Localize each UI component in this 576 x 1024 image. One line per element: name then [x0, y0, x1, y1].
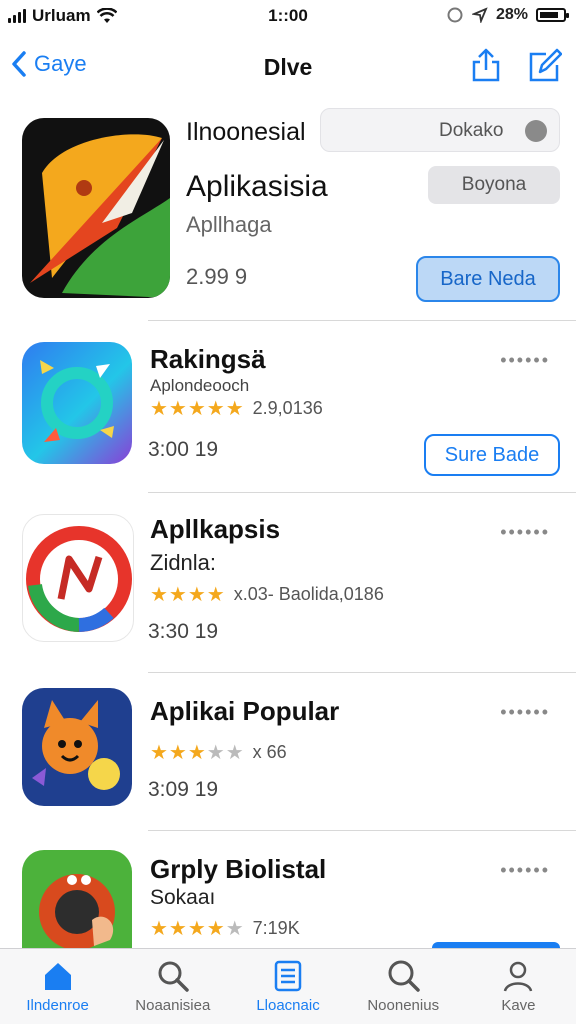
app-name: Apllkapsis — [150, 514, 281, 544]
featured-app-subtitle: Apllhaga — [186, 212, 272, 237]
tab-label: Noaanisiea — [135, 997, 211, 1014]
more-options-icon[interactable]: •••••• — [500, 702, 550, 723]
tab-label: Lloacnaic — [256, 997, 320, 1014]
app-rating: ★★★★★ 2.9,0136 — [150, 396, 323, 421]
app-name: Aplikai Popular — [150, 696, 340, 726]
tab-label: Kave — [501, 997, 536, 1014]
featured-app-name: Aplikasisia — [186, 170, 328, 203]
more-options-icon[interactable]: •••••• — [500, 860, 550, 881]
tab-search-2[interactable]: Noonenius — [346, 949, 461, 1024]
featured-app-card[interactable]: Ilnoonesial Dokako Aplikasisia Apllhaga … — [0, 0, 576, 321]
app-rating: ★★★★ x.03- Baolida,0186 — [150, 582, 384, 607]
tab-label: Noonenius — [367, 997, 440, 1014]
person-icon — [504, 961, 533, 992]
tab-search[interactable]: Noaanisiea — [115, 949, 230, 1024]
featured-app-meta: 2.99 9 — [186, 264, 248, 289]
featured-get-button[interactable]: Bare Neda — [416, 256, 560, 302]
app-icon — [22, 850, 132, 948]
tab-bar: Ilndenroe Noaanisiea Lloacnaic Noonenius… — [0, 948, 576, 1024]
tab-label: Ilndenroe — [26, 997, 89, 1014]
app-icon — [22, 342, 132, 464]
tab-home[interactable]: Ilndenroe — [0, 949, 115, 1024]
app-subtitle: Aplondeooch — [150, 376, 250, 395]
list-item[interactable]: Apllkapsis Zidnla: ★★★★ x.03- Baolida,01… — [0, 492, 576, 673]
search-icon — [388, 960, 420, 992]
list-item[interactable]: Aplikai Popular ★★★★★ x 66 3:09 19 •••••… — [0, 672, 576, 831]
app-meta: 3:30 19 — [148, 620, 219, 643]
app-rating: ★★★★★ x 66 — [150, 740, 287, 765]
search-icon — [158, 961, 189, 992]
rating-stars: ★★★★ — [150, 584, 226, 606]
get-button[interactable]: Sure Bade — [424, 434, 560, 476]
tab-list[interactable]: Lloacnaic — [230, 949, 345, 1024]
home-icon — [44, 963, 71, 990]
app-rating: ★★★★★ 7:19K — [150, 916, 300, 941]
rating-text: x 66 — [252, 742, 287, 762]
app-name: Grply Biolistal — [150, 854, 327, 884]
search-field[interactable]: Dokako — [320, 108, 560, 152]
rating-stars: ★★★★★ — [150, 742, 245, 764]
more-options-icon[interactable]: •••••• — [500, 522, 550, 543]
more-options-icon[interactable]: •••••• — [500, 350, 550, 371]
app-icon — [22, 688, 132, 806]
search-indicator-icon — [525, 120, 547, 142]
app-meta: 3:00 19 — [148, 438, 219, 461]
rating-stars: ★★★★★ — [150, 918, 245, 940]
app-name: Rakingsä — [150, 344, 266, 374]
rating-text: 7:19K — [252, 918, 300, 938]
app-icon — [22, 514, 134, 642]
featured-secondary-button[interactable]: Boyona — [428, 166, 560, 204]
list-icon — [274, 960, 302, 992]
tab-profile[interactable]: Kave — [461, 949, 576, 1024]
featured-app-icon — [22, 118, 170, 298]
app-subtitle: Sokaaı — [150, 886, 216, 909]
app-meta: 3:09 19 — [148, 778, 219, 801]
featured-section-title: Ilnoonesial — [186, 118, 306, 146]
list-item[interactable]: Rakingsä Aplondeooch ★★★★★ 2.9,0136 3:00… — [0, 320, 576, 493]
rating-stars: ★★★★★ — [150, 398, 245, 420]
list-item[interactable]: Grply Biolistal Sokaaı ★★★★★ 7:19K •••••… — [0, 830, 576, 948]
app-subtitle: Zidnla: — [150, 550, 217, 575]
rating-text: 2.9,0136 — [252, 398, 323, 418]
search-field-text: Dokako — [439, 120, 504, 141]
rating-text: x.03- Baolida,0186 — [233, 584, 384, 604]
